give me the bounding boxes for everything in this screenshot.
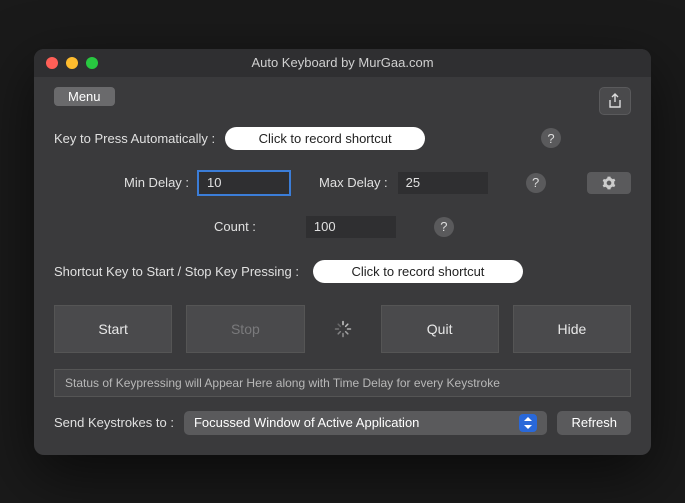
fullscreen-icon[interactable] <box>86 57 98 69</box>
count-label: Count : <box>214 219 256 234</box>
key-to-press-label: Key to Press Automatically : <box>54 131 215 146</box>
window-title: Auto Keyboard by MurGaa.com <box>251 55 433 70</box>
dropdown-selected: Focussed Window of Active Application <box>194 415 419 430</box>
min-delay-label: Min Delay : <box>124 175 189 190</box>
record-startstop-shortcut-button[interactable]: Click to record shortcut <box>313 260 523 283</box>
titlebar: Auto Keyboard by MurGaa.com <box>34 49 651 77</box>
chevron-updown-icon <box>519 414 537 432</box>
gear-icon <box>602 176 616 190</box>
settings-button[interactable] <box>587 172 631 194</box>
minimize-icon[interactable] <box>66 57 78 69</box>
record-shortcut-button[interactable]: Click to record shortcut <box>225 127 425 150</box>
share-icon <box>608 93 622 109</box>
share-button[interactable] <box>599 87 631 115</box>
hide-button[interactable]: Hide <box>513 305 631 353</box>
stop-button[interactable]: Stop <box>186 305 304 353</box>
spinner-indicator <box>319 305 367 353</box>
window-controls <box>46 57 98 69</box>
content: Menu Key to Press Automatically : Click … <box>34 77 651 455</box>
start-button[interactable]: Start <box>54 305 172 353</box>
menu-button[interactable]: Menu <box>54 87 115 106</box>
send-keystrokes-label: Send Keystrokes to : <box>54 415 174 430</box>
close-icon[interactable] <box>46 57 58 69</box>
spinner-icon <box>334 320 352 338</box>
shortcut-label: Shortcut Key to Start / Stop Key Pressin… <box>54 264 299 279</box>
app-window: Auto Keyboard by MurGaa.com Menu Key to … <box>34 49 651 455</box>
min-delay-input[interactable] <box>199 172 289 194</box>
status-bar: Status of Keypressing will Appear Here a… <box>54 369 631 397</box>
quit-button[interactable]: Quit <box>381 305 499 353</box>
help-key-to-press[interactable]: ? <box>541 128 561 148</box>
max-delay-input[interactable] <box>398 172 488 194</box>
help-delay[interactable]: ? <box>526 173 546 193</box>
count-input[interactable] <box>306 216 396 238</box>
target-window-dropdown[interactable]: Focussed Window of Active Application <box>184 411 548 435</box>
max-delay-label: Max Delay : <box>319 175 388 190</box>
refresh-button[interactable]: Refresh <box>557 411 631 435</box>
help-count[interactable]: ? <box>434 217 454 237</box>
